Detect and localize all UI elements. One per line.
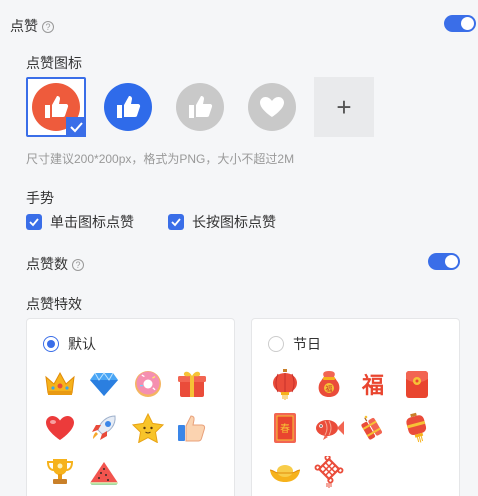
koi-fish-icon xyxy=(312,411,346,445)
gold-ingot-icon xyxy=(268,455,302,489)
watermelon-icon xyxy=(87,455,121,489)
effect-icon-grid: 福 福 春 xyxy=(268,367,434,489)
trophy-icon xyxy=(43,455,77,489)
like-icon-option-orange-thumb[interactable] xyxy=(26,77,86,137)
fu-character-icon: 福 xyxy=(356,367,390,401)
like-icon-option-gray-thumb[interactable] xyxy=(170,77,230,137)
like-icon-option-blue-thumb[interactable] xyxy=(98,77,158,137)
toggle-knob xyxy=(461,17,474,30)
effect-card-festival[interactable]: 节日 福 福 春 xyxy=(251,318,460,496)
svg-text:福: 福 xyxy=(361,373,384,399)
crown-icon xyxy=(43,367,77,401)
like-count-toggle[interactable] xyxy=(428,253,460,270)
checkbox-checked-icon[interactable] xyxy=(168,214,184,230)
add-icon-button[interactable]: + xyxy=(314,77,374,137)
radio-unselected-icon[interactable] xyxy=(268,336,284,352)
lucky-bag-icon: 福 xyxy=(312,367,346,401)
like-section-title: 点赞 xyxy=(10,18,38,34)
gesture-title: 手势 xyxy=(26,190,54,206)
effect-card-header: 默认 xyxy=(43,334,96,354)
upload-hint: 尺寸建议200*200px，格式为PNG，大小不超过2M xyxy=(26,152,295,166)
effect-title: 点赞特效 xyxy=(26,296,82,312)
red-envelope-icon xyxy=(400,367,434,401)
like-section-header: 点赞? xyxy=(10,16,54,36)
selected-check-icon xyxy=(66,117,86,137)
firecracker-icon xyxy=(356,411,390,445)
effect-card-label: 节日 xyxy=(293,336,321,352)
effect-card-header: 节日 xyxy=(268,334,321,354)
plus-icon: + xyxy=(336,92,352,122)
donut-icon xyxy=(131,367,165,401)
help-icon[interactable]: ? xyxy=(72,258,84,271)
star-icon xyxy=(131,411,165,445)
help-icon[interactable]: ? xyxy=(42,20,54,33)
heart-icon xyxy=(43,411,77,445)
effect-card-default[interactable]: 默认 xyxy=(26,318,235,496)
gesture-option-label: 单击图标点赞 xyxy=(50,214,134,230)
svg-text:福: 福 xyxy=(326,384,333,393)
lantern-icon xyxy=(268,367,302,401)
effect-card-label: 默认 xyxy=(68,336,96,352)
rocket-icon xyxy=(87,411,121,445)
like-icon-title: 点赞图标 xyxy=(26,55,82,71)
toggle-knob xyxy=(445,255,458,268)
radio-selected-icon[interactable] xyxy=(43,336,59,352)
gesture-option-long-press[interactable]: 长按图标点赞 xyxy=(168,212,276,232)
chinese-knot-icon xyxy=(312,455,346,489)
like-icon-option-gray-heart[interactable] xyxy=(242,77,302,137)
heart-icon xyxy=(248,83,296,131)
gift-icon xyxy=(175,367,209,401)
thumbs-up-icon xyxy=(176,83,224,131)
like-count-header: 点赞数? xyxy=(26,254,84,274)
like-count-title: 点赞数 xyxy=(26,256,68,272)
thumbs-up-icon xyxy=(175,411,209,445)
thumbs-up-icon xyxy=(104,83,152,131)
diamond-icon xyxy=(87,367,121,401)
like-toggle[interactable] xyxy=(444,15,476,32)
gesture-option-click[interactable]: 单击图标点赞 xyxy=(26,212,134,232)
festival-lantern-icon xyxy=(400,411,434,445)
gesture-option-label: 长按图标点赞 xyxy=(192,214,276,230)
checkbox-checked-icon[interactable] xyxy=(26,214,42,230)
svg-text:春: 春 xyxy=(280,423,290,435)
effect-icon-grid xyxy=(43,367,209,489)
spring-couplet-icon: 春 xyxy=(268,411,302,445)
